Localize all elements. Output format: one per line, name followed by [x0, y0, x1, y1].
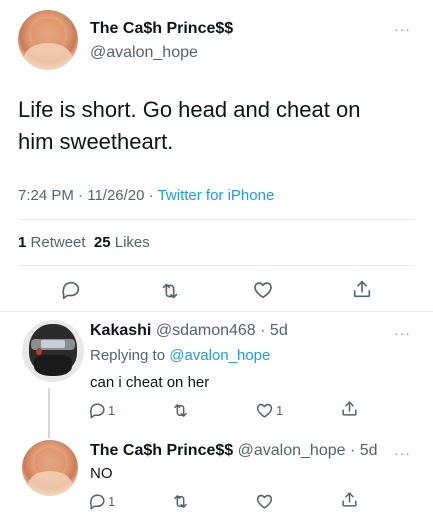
like-icon[interactable]	[255, 401, 274, 420]
main-tweet-meta: 7:24 PM · 11/26/20 · Twitter for iPhone	[18, 187, 274, 204]
reply-icon[interactable]	[88, 401, 107, 420]
tweet-source-link[interactable]: Twitter for iPhone	[158, 187, 275, 204]
retweet-icon[interactable]	[171, 492, 190, 511]
retweets-stat[interactable]: 1 Retweet	[18, 234, 86, 251]
reply2-text: NO	[90, 465, 113, 482]
like-icon[interactable]	[255, 492, 274, 511]
reply1-age[interactable]: 5d	[270, 322, 288, 339]
reply1-display-name[interactable]: Kakashi	[90, 322, 151, 339]
main-more-icon[interactable]: ···	[394, 22, 411, 36]
retweets-label: Retweet	[30, 234, 86, 251]
tweet-stats: 1 Retweet 25 Likes	[18, 234, 150, 251]
likes-stat[interactable]: 25 Likes	[94, 234, 150, 251]
reply1-text: can i cheat on her	[90, 374, 210, 391]
reply1-handle[interactable]: @sdamon468	[156, 322, 256, 339]
reply-icon[interactable]	[88, 492, 107, 511]
reply1-header: Kakashi @sdamon468 · 5d	[90, 322, 288, 340]
likes-label: Likes	[114, 234, 150, 251]
reply-icon[interactable]	[60, 279, 82, 301]
avatar-mask	[34, 354, 72, 376]
avatar-headband-plate	[40, 339, 66, 348]
replying-to-link[interactable]: @avalon_hope	[169, 347, 270, 364]
thread-line	[48, 388, 50, 438]
retweets-count: 1	[18, 234, 27, 251]
reply1-more-icon[interactable]: ···	[394, 326, 411, 340]
avatar-kakashi[interactable]	[22, 320, 84, 382]
avatar-reply2[interactable]	[22, 440, 78, 496]
divider	[18, 219, 415, 220]
tweet-date[interactable]: 11/26/20	[87, 187, 144, 204]
reply2-handle[interactable]: @avalon_hope	[238, 442, 346, 459]
share-icon[interactable]	[340, 399, 359, 418]
avatar-main[interactable]	[18, 10, 78, 70]
reply2-dot: ·	[349, 442, 356, 459]
like-icon[interactable]	[252, 279, 274, 301]
reply1-like-count: 1	[276, 403, 284, 418]
reply2-display-name[interactable]: The Ca$h Prince$$	[90, 442, 233, 459]
main-display-name[interactable]: The Ca$h Prince$$	[90, 20, 233, 38]
main-handle[interactable]: @avalon_hope	[90, 44, 198, 62]
avatar-sharingan	[35, 347, 42, 356]
reply1-dot: ·	[260, 322, 266, 339]
reply2-age[interactable]: 5d	[360, 442, 378, 459]
divider	[0, 311, 433, 312]
divider	[18, 265, 415, 266]
meta-separator: ·	[148, 187, 154, 204]
reply2-header: The Ca$h Prince$$ @avalon_hope · 5d	[90, 442, 378, 460]
retweet-icon[interactable]	[159, 280, 181, 302]
replying-prefix: Replying to	[90, 347, 166, 364]
likes-count: 25	[93, 234, 111, 251]
main-tweet-text: Life is short. Go head and cheat on him …	[18, 97, 361, 154]
share-icon[interactable]	[351, 278, 373, 300]
tweet-time[interactable]: 7:24 PM	[18, 187, 74, 204]
retweet-icon[interactable]	[171, 401, 190, 420]
reply2-more-icon[interactable]: ···	[394, 446, 411, 460]
meta-separator: ·	[78, 187, 84, 204]
reply2-reply-count: 1	[108, 494, 116, 509]
reply1-reply-count: 1	[108, 403, 116, 418]
share-icon[interactable]	[340, 490, 359, 509]
reply1-replying-to: Replying to @avalon_hope	[90, 347, 270, 364]
